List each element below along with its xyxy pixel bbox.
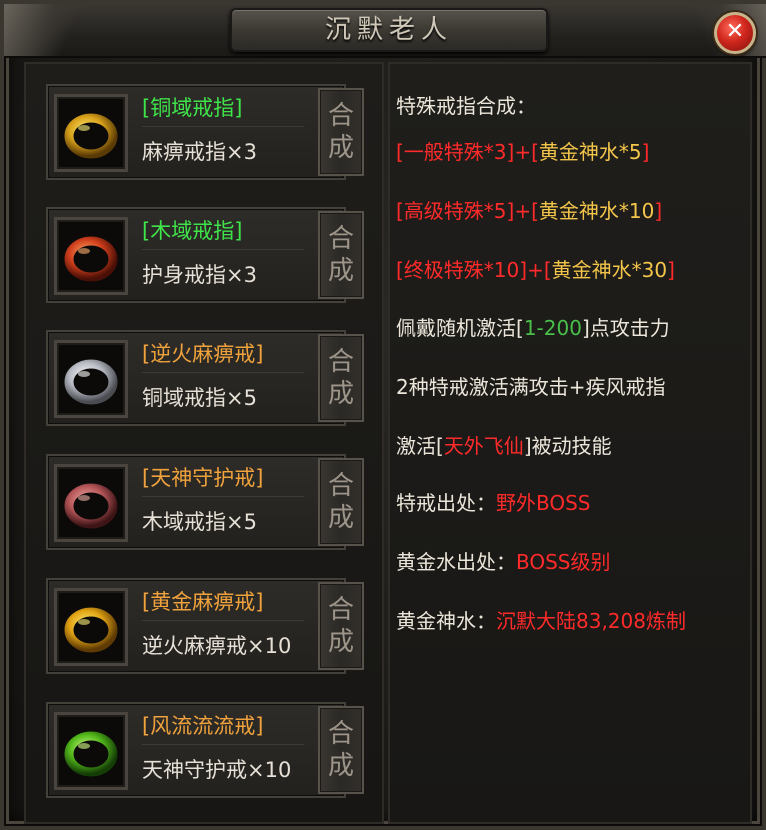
recipe-line-1: [一般特殊*3]+[黄金神水*5] — [396, 140, 650, 164]
combine-label-bottom: 成 — [327, 256, 354, 286]
skill-name: 天外飞仙 — [443, 434, 524, 458]
ring-recipe-row: [风流流流戒] 天神守护戒×10 合 成 — [24, 702, 370, 802]
ring-name: [黄金麻痹戒] — [142, 590, 264, 614]
ring-name: [铜域戒指] — [142, 96, 243, 120]
info-heading: 特殊戒指合成： — [396, 94, 536, 118]
combine-label-top: 合 — [327, 471, 354, 501]
window-title: 沉默老人 — [324, 15, 453, 45]
close-button[interactable]: ✕ — [714, 12, 756, 54]
drop-source-value: 野外BOSS — [496, 491, 591, 515]
ring-requirement: 麻痹戒指×3 — [142, 140, 257, 164]
full-attack-line: 2种特戒激活满攻击+疾风戒指 — [396, 375, 666, 399]
ring-recipe-row: [黄金麻痹戒] 逆火麻痹戒×10 合 成 — [24, 578, 370, 678]
ring-divider — [142, 744, 304, 745]
title-ornament-left — [4, 4, 94, 56]
recipe-3-item: 终极特殊*10 — [403, 258, 520, 282]
ring-requirement: 木域戒指×5 — [142, 510, 257, 534]
recipe-3-reagent: 黄金神水*30 — [551, 258, 668, 282]
title-bar: 沉默老人 — [4, 4, 766, 58]
recipe-1-reagent: 黄金神水*5 — [538, 140, 642, 164]
ring-name: [逆火麻痹戒] — [142, 342, 264, 366]
green-ring-icon[interactable] — [54, 712, 128, 790]
recipe-1-item: 一般特殊*3 — [403, 140, 507, 164]
combine-button[interactable]: 合 成 — [318, 458, 364, 546]
combine-button[interactable]: 合 成 — [318, 88, 364, 176]
ring-requirement: 铜域戒指×5 — [142, 386, 257, 410]
ring-divider — [142, 496, 304, 497]
recipe-2-item: 高级特殊*5 — [403, 199, 507, 223]
ring-recipe-row: [铜域戒指] 麻痹戒指×3 合 成 — [24, 84, 370, 184]
combine-button[interactable]: 合 成 — [318, 706, 364, 794]
ring-recipe-row: [天神守护戒] 木域戒指×5 合 成 — [24, 454, 370, 554]
golden-ring-icon[interactable] — [54, 588, 128, 666]
ring-name: [木域戒指] — [142, 219, 243, 243]
combine-label-top: 合 — [327, 719, 354, 749]
rose-ring-icon[interactable] — [54, 464, 128, 542]
ring-recipe-row: [木域戒指] 护身戒指×3 合 成 — [24, 207, 370, 307]
combine-label-bottom: 成 — [327, 503, 354, 533]
refine-line: 黄金神水：沉默大陆83,208炼制 — [396, 609, 686, 633]
combine-label-bottom: 成 — [327, 379, 354, 409]
combine-label-top: 合 — [327, 224, 354, 254]
ring-divider — [142, 620, 304, 621]
combine-label-top: 合 — [327, 101, 354, 131]
combine-label-bottom: 成 — [327, 751, 354, 781]
ring-divider — [142, 249, 304, 250]
combine-label-bottom: 成 — [327, 627, 354, 657]
refine-value: 沉默大陆83,208炼制 — [496, 609, 686, 633]
combine-label-top: 合 — [327, 595, 354, 625]
silver-ring-icon[interactable] — [54, 340, 128, 418]
ring-divider — [142, 126, 304, 127]
water-source-line: 黄金水出处：BOSS级别 — [396, 550, 611, 574]
ring-name: [风流流流戒] — [142, 714, 264, 738]
ring-name: [天神守护戒] — [142, 466, 264, 490]
fire-ring-icon[interactable] — [54, 217, 128, 295]
ring-divider — [142, 372, 304, 373]
attack-range-value: 1-200 — [523, 316, 582, 340]
ring-requirement: 天神守护戒×10 — [142, 758, 292, 782]
water-source-value: BOSS级别 — [516, 550, 611, 574]
skill-line: 激活[天外飞仙]被动技能 — [396, 434, 612, 458]
combine-label-bottom: 成 — [327, 133, 354, 163]
recipe-2-reagent: 黄金神水*10 — [538, 199, 655, 223]
combine-label-top: 合 — [327, 347, 354, 377]
recipe-line-3: [终极特殊*10]+[黄金神水*30] — [396, 258, 675, 282]
combine-button[interactable]: 合 成 — [318, 582, 364, 670]
title-plate: 沉默老人 — [230, 8, 548, 52]
recipe-line-2: [高级特殊*5]+[黄金神水*10] — [396, 199, 663, 223]
drop-source-line: 特戒出处：野外BOSS — [396, 491, 591, 515]
combine-button[interactable]: 合 成 — [318, 211, 364, 299]
combine-button[interactable]: 合 成 — [318, 334, 364, 422]
attack-range-line: 佩戴随机激活[1-200]点攻击力 — [396, 316, 670, 340]
ring-requirement: 护身戒指×3 — [142, 263, 257, 287]
ring-recipe-row: [逆火麻痹戒] 铜域戒指×5 合 成 — [24, 330, 370, 430]
gold-chain-ring-icon[interactable] — [54, 94, 128, 172]
ring-requirement: 逆火麻痹戒×10 — [142, 634, 292, 658]
